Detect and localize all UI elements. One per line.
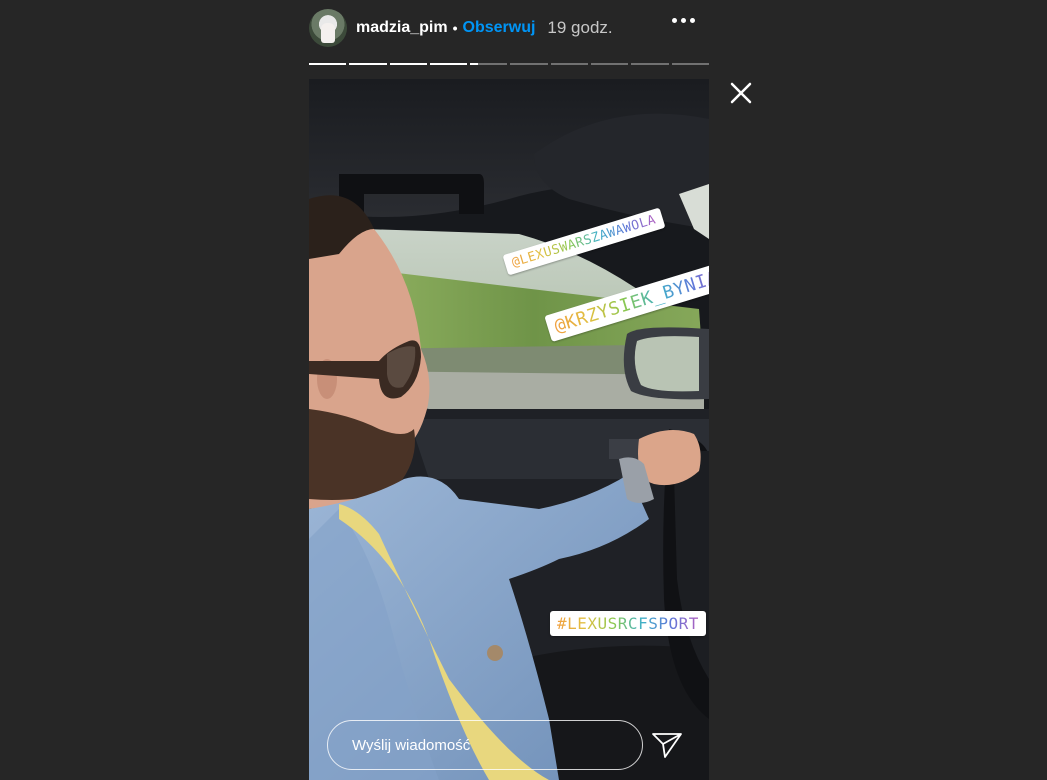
story-viewer: madzia_pim • Obserwuj 19 godz. @LEXUSWAR… bbox=[0, 0, 1047, 780]
progress-fill bbox=[349, 63, 387, 65]
progress-segment bbox=[671, 63, 709, 65]
progress-segment bbox=[631, 63, 669, 65]
timestamp: 19 godz. bbox=[547, 18, 613, 37]
follow-button[interactable]: Obserwuj bbox=[463, 19, 536, 37]
progress-fill bbox=[389, 63, 427, 65]
hashtag-sticker-text: #LEXUSRCFSPORT bbox=[557, 614, 699, 633]
story-image bbox=[309, 79, 709, 780]
progress-segment bbox=[591, 63, 629, 65]
hashtag-sticker[interactable]: #LEXUSRCFSPORT bbox=[550, 611, 706, 636]
story-progress-bar bbox=[309, 63, 709, 65]
progress-segment bbox=[429, 63, 468, 65]
reply-placeholder: Wyślij wiadomość bbox=[352, 736, 471, 754]
close-icon[interactable] bbox=[728, 80, 754, 106]
separator-dot: • bbox=[452, 20, 458, 36]
progress-segment bbox=[349, 63, 387, 65]
progress-segment bbox=[470, 63, 508, 65]
progress-fill bbox=[429, 63, 468, 65]
more-options-icon[interactable] bbox=[672, 18, 695, 23]
avatar[interactable] bbox=[309, 9, 347, 47]
progress-fill bbox=[309, 63, 347, 65]
progress-segment bbox=[550, 63, 589, 65]
reply-input[interactable]: Wyślij wiadomość bbox=[327, 720, 643, 770]
progress-segment bbox=[510, 63, 548, 65]
progress-segment bbox=[389, 63, 427, 65]
username[interactable]: madzia_pim bbox=[356, 19, 448, 37]
story-media[interactable]: @LEXUSWARSZAWAWOLA @KRZYSIEK_BYNIAK #LEX… bbox=[309, 79, 709, 780]
send-icon[interactable] bbox=[651, 731, 683, 759]
progress-segment bbox=[309, 63, 347, 65]
progress-fill bbox=[470, 63, 478, 65]
story-header: madzia_pim • Obserwuj 19 godz. bbox=[309, 8, 709, 48]
